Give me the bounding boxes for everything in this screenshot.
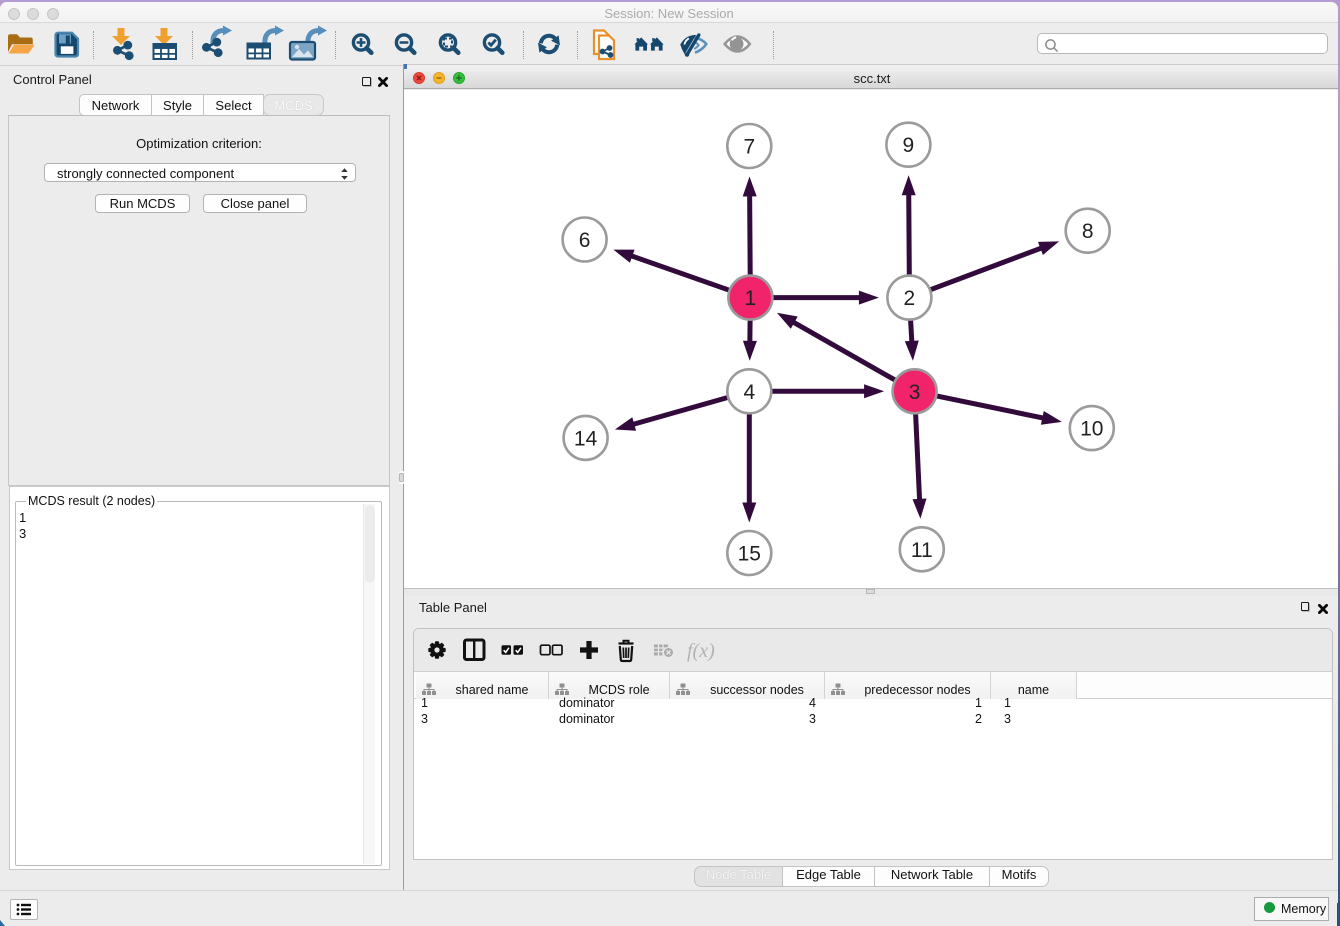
svg-text:7: 7 — [743, 136, 755, 159]
svg-text:f(x): f(x) — [687, 640, 715, 662]
svg-text:3: 3 — [909, 381, 921, 404]
svg-text:1: 1 — [745, 287, 757, 310]
svg-text:14: 14 — [574, 427, 598, 450]
svg-text:8: 8 — [1082, 220, 1094, 243]
svg-text:4: 4 — [743, 381, 755, 404]
svg-text:15: 15 — [738, 543, 761, 566]
svg-text:9: 9 — [903, 134, 915, 157]
svg-text:2: 2 — [904, 287, 916, 310]
svg-text:6: 6 — [579, 229, 591, 252]
svg-text:10: 10 — [1080, 418, 1103, 441]
svg-text:11: 11 — [911, 539, 933, 562]
